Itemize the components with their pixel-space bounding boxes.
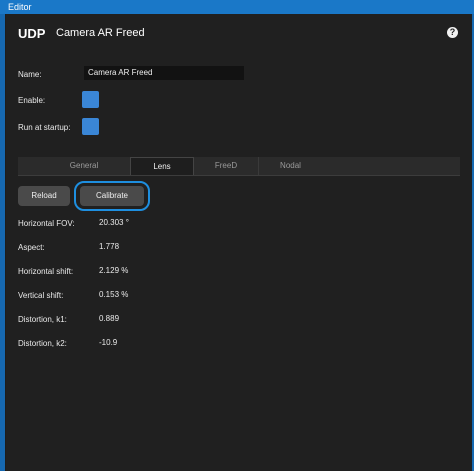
tab-general[interactable]: General: [38, 157, 130, 175]
tab-nodal[interactable]: Nodal: [258, 157, 322, 175]
tab-bar: General Lens FreeD Nodal: [18, 157, 460, 176]
name-label: Name:: [18, 70, 42, 79]
enable-label: Enable:: [18, 96, 46, 105]
help-icon[interactable]: ?: [447, 27, 458, 38]
window-frame-left: [0, 14, 5, 471]
window-titlebar: Editor: [0, 0, 474, 14]
editor-panel: [6, 14, 472, 471]
name-input[interactable]: [84, 66, 244, 80]
distortion-k1-value: 0.889: [99, 314, 120, 323]
distortion-k2-label: Distortion, k2:: [18, 339, 67, 348]
reload-button[interactable]: Reload: [18, 186, 70, 206]
distortion-k2-value: -10.9: [99, 338, 118, 347]
aspect-value: 1.778: [99, 242, 120, 251]
run-at-startup-checkbox[interactable]: [82, 118, 99, 135]
window-title: Editor: [8, 2, 32, 12]
horizontal-fov-label: Horizontal FOV:: [18, 219, 75, 228]
vertical-shift-value: 0.153 %: [99, 290, 129, 299]
run-at-startup-label: Run at startup:: [18, 123, 71, 132]
calibrate-button[interactable]: Calibrate: [80, 186, 144, 206]
aspect-label: Aspect:: [18, 243, 45, 252]
distortion-k1-label: Distortion, k1:: [18, 315, 67, 324]
tab-freed[interactable]: FreeD: [194, 157, 258, 175]
horizontal-fov-value: 20.303 °: [99, 218, 129, 227]
enable-checkbox[interactable]: [82, 91, 99, 108]
editor-header: UDP Camera AR Freed ?: [6, 14, 472, 52]
vertical-shift-label: Vertical shift:: [18, 291, 64, 300]
tab-lens[interactable]: Lens: [130, 157, 194, 175]
module-title: Camera AR Freed: [56, 27, 145, 39]
horizontal-shift-label: Horizontal shift:: [18, 267, 74, 276]
protocol-label: UDP: [18, 26, 46, 41]
horizontal-shift-value: 2.129 %: [99, 266, 129, 275]
